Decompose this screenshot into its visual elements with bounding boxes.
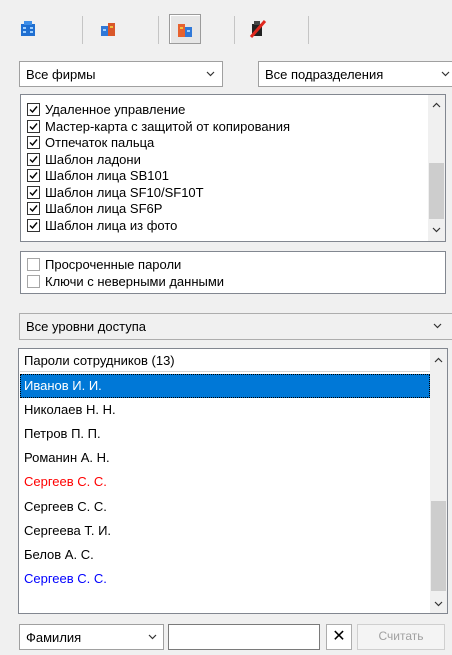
company-select[interactable]: Все фирмы (19, 61, 223, 87)
chevron-down-icon[interactable] (434, 599, 443, 608)
chevron-down-icon (433, 323, 442, 329)
employee-row[interactable]: Сергеев С. С. (20, 470, 430, 494)
scroll-thumb[interactable] (431, 501, 446, 591)
extra-filter-list: Просроченные пароли Ключи с неверными дан… (20, 251, 446, 294)
company-select-value: Все фирмы (26, 67, 96, 82)
chevron-down-icon[interactable] (432, 225, 441, 234)
checkbox[interactable] (27, 119, 40, 133)
read-button[interactable]: Считать (357, 624, 445, 650)
employee-row[interactable]: Петров П. П. (20, 422, 430, 446)
employee-row[interactable]: Романин А. Н. (20, 446, 430, 470)
chevron-down-icon (441, 71, 450, 77)
search-field-select[interactable]: Фамилия (19, 624, 164, 650)
close-icon: ✕ (332, 628, 346, 645)
checkbox[interactable] (27, 136, 40, 149)
employee-row[interactable]: Белов А. С. (20, 543, 430, 567)
extra-filter-label: Просроченные пароли (45, 257, 182, 272)
employee-row[interactable]: Сергеев С. С. (20, 567, 430, 591)
no-pass-icon (249, 20, 267, 38)
employee-row[interactable]: Николаев Н. Н. (20, 398, 430, 422)
department-select-value: Все подразделения (265, 67, 384, 82)
no-pass-tab-button[interactable] (242, 14, 274, 44)
credential-list-scrollbar[interactable] (428, 95, 445, 241)
checkbox[interactable] (27, 103, 40, 116)
chevron-down-icon (148, 634, 157, 640)
access-level-select[interactable]: Все уровни доступа (19, 313, 452, 340)
credential-type-label: Удаленное управление (45, 102, 186, 117)
employee-list-scrollbar[interactable] (430, 349, 447, 613)
credential-type-label: Шаблон лица SB101 (45, 168, 169, 183)
departments-tab-button[interactable] (92, 14, 124, 44)
search-input[interactable] (168, 624, 320, 650)
chevron-up-icon[interactable] (434, 356, 443, 365)
employee-list: Пароли сотрудников (13) Иванов И. И. Нико… (18, 348, 448, 614)
credential-type-label: Шаблон ладони (45, 151, 141, 167)
employee-row[interactable]: Иванов И. И. (20, 374, 430, 398)
employee-row[interactable]: Сергеева Т. И. (20, 519, 430, 543)
employee-list-header[interactable]: Пароли сотрудников (13) (20, 350, 430, 372)
departments-icon (101, 23, 115, 36)
toolbar (6, 10, 446, 50)
search-field-value: Фамилия (26, 630, 82, 645)
employees-tab-button[interactable] (169, 14, 201, 44)
clear-search-button[interactable]: ✕ (326, 624, 352, 650)
credential-type-label: Мастер-карта с защитой от копирования (45, 118, 291, 134)
building-icon (21, 21, 35, 36)
credential-type-label: Шаблон лица из фото (45, 217, 178, 233)
access-level-value: Все уровни доступа (26, 319, 146, 334)
checkbox[interactable] (27, 152, 40, 166)
chevron-down-icon (206, 71, 215, 77)
scroll-thumb[interactable] (429, 163, 444, 219)
checkbox[interactable] (27, 258, 40, 271)
checkbox[interactable] (27, 218, 40, 232)
credential-type-list: Удаленное управление Мастер-карта с защит… (20, 94, 446, 242)
checkbox[interactable] (27, 169, 40, 182)
checkbox[interactable] (27, 275, 40, 288)
chevron-up-icon[interactable] (432, 101, 441, 110)
employee-row[interactable]: Сергеев С. С. (20, 495, 430, 519)
credential-type-label: Шаблон лица SF6P (45, 201, 163, 216)
credential-type-label: Отпечаток пальца (45, 135, 155, 150)
people-icon (178, 24, 192, 37)
checkbox[interactable] (27, 202, 40, 215)
credential-type-label: Шаблон лица SF10/SF10T (45, 184, 204, 200)
checkbox[interactable] (27, 185, 40, 199)
department-select[interactable]: Все подразделения (258, 61, 452, 87)
companies-tab-button[interactable] (12, 14, 44, 44)
extra-filter-label: Ключи с неверными данными (45, 274, 225, 289)
